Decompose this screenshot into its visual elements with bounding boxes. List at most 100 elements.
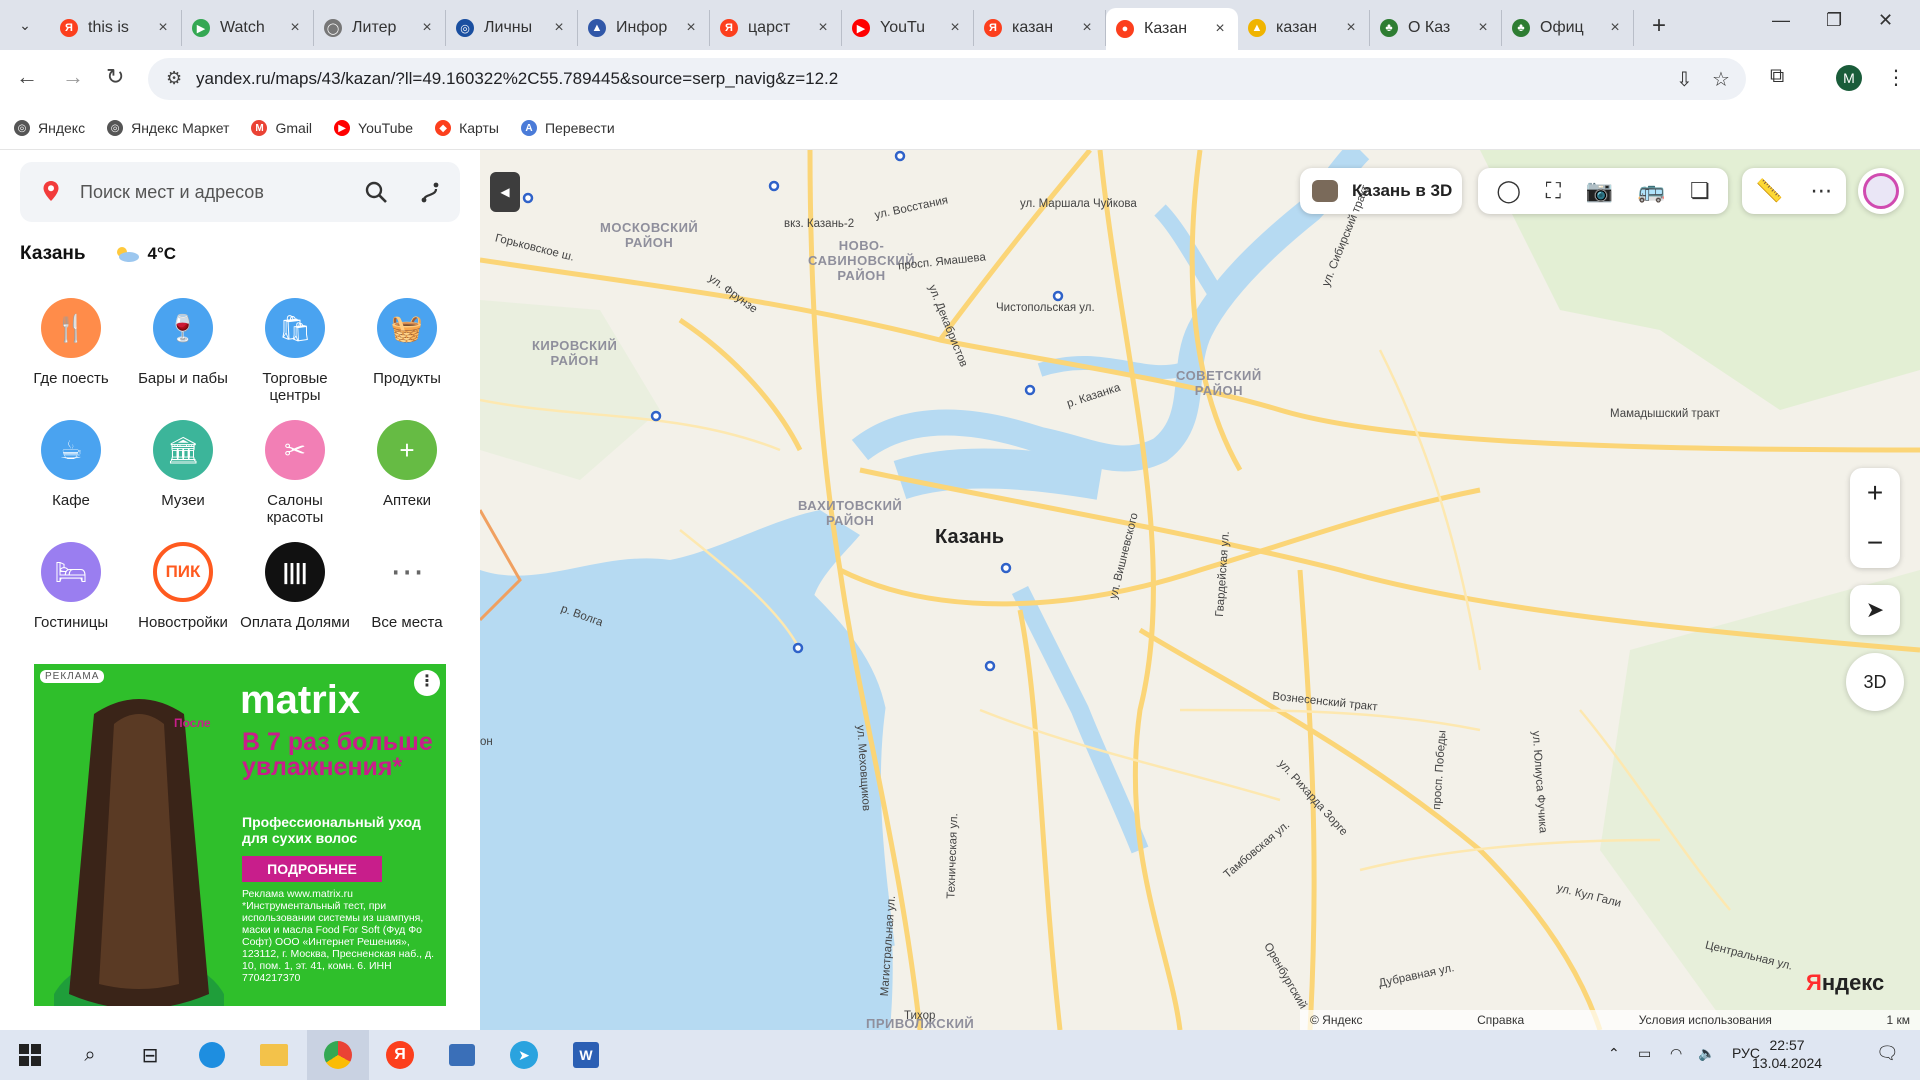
category-item[interactable]: |||| Оплата Долями	[239, 542, 351, 654]
city-label[interactable]: Казань	[935, 526, 1004, 549]
city-name[interactable]: Казань	[20, 243, 86, 265]
photo-layer-icon[interactable]: 📷	[1586, 178, 1613, 204]
tab-close-icon[interactable]: ×	[155, 19, 171, 37]
tab-close-icon[interactable]: ×	[287, 19, 303, 37]
file-explorer-icon[interactable]	[258, 1039, 290, 1071]
category-item[interactable]: ⋯ Все места	[351, 542, 463, 654]
panorama-layer-icon[interactable]: ⛶	[1546, 178, 1561, 204]
word-icon[interactable]: W	[570, 1039, 602, 1071]
weather[interactable]: 4°C	[112, 244, 176, 264]
tab-close-icon[interactable]: ×	[551, 19, 567, 37]
volume-icon[interactable]: 🔈	[1698, 1045, 1715, 1062]
extensions-icon[interactable]: ⧉	[1770, 65, 1784, 88]
zoom-in-button[interactable]: +	[1850, 468, 1900, 518]
tab-close-icon[interactable]: ×	[419, 19, 435, 37]
category-item[interactable]: ☕ Кафе	[15, 420, 127, 532]
browser-tab[interactable]: ▶ YouTu ×	[842, 10, 974, 46]
browser-tab[interactable]: ◯ Литер ×	[314, 10, 446, 46]
tab-close-icon[interactable]: ×	[1079, 19, 1095, 37]
browser-tab[interactable]: Яказан ×	[974, 10, 1106, 46]
browser-tab[interactable]: ▶ Watch ×	[182, 10, 314, 46]
category-item[interactable]: 🍴 Где поесть	[15, 298, 127, 410]
task-view-icon[interactable]: ⊟	[134, 1039, 166, 1071]
ruler-icon[interactable]: 📏	[1756, 178, 1783, 204]
search-input[interactable]	[80, 178, 350, 206]
terms-link[interactable]: Условия использования	[1639, 1013, 1772, 1027]
bookmark-star-icon[interactable]: ☆	[1712, 67, 1730, 92]
wifi-icon[interactable]: ◠	[1670, 1045, 1682, 1062]
maximize-icon[interactable]: ❐	[1826, 10, 1842, 31]
map-canvas[interactable]: ◀ Казань в 3D ◯ ⛶ 📷 🚌 ❏ 📏 ⋯ МОСКОВСКИЙ Р…	[480, 150, 1920, 1030]
yandex-browser-icon[interactable]: Я	[384, 1039, 416, 1071]
browser-tab[interactable]: ▲ казан ×	[1238, 10, 1370, 46]
url-text[interactable]: yandex.ru/maps/43/kazan/?ll=49.160322%2C…	[196, 69, 838, 89]
install-app-icon[interactable]: ⇩	[1676, 67, 1693, 92]
profile-avatar[interactable]: M	[1836, 65, 1862, 91]
routes-icon[interactable]	[416, 178, 444, 206]
bookmark-item[interactable]: ▶ YouTube	[334, 120, 413, 136]
more-icon[interactable]: ⋯	[1810, 178, 1832, 204]
network-app-icon[interactable]	[446, 1039, 478, 1071]
category-item[interactable]: 🛏 Гостиницы	[15, 542, 127, 654]
telegram-icon[interactable]: ➤	[508, 1039, 540, 1071]
chrome-icon[interactable]	[322, 1039, 354, 1071]
bookmark-item[interactable]: A Перевести	[520, 120, 615, 136]
category-item[interactable]: 🏛 Музеи	[127, 420, 239, 532]
battery-icon[interactable]: ▭	[1638, 1045, 1651, 1062]
compass-3d-button[interactable]: 3D	[1846, 653, 1904, 711]
traffic-layer-icon[interactable]: ◯	[1496, 178, 1521, 204]
tab-close-icon[interactable]: ×	[815, 19, 831, 37]
tab-close-icon[interactable]: ×	[947, 19, 963, 37]
tab-close-icon[interactable]: ×	[1607, 19, 1623, 37]
forward-icon[interactable]: →	[62, 64, 84, 90]
category-item[interactable]: + Аптеки	[351, 420, 463, 532]
advertisement[interactable]: РЕКЛАМА После matrix В 7 раз больше увла…	[34, 664, 446, 1006]
omnibox[interactable]: ⚙ yandex.ru/maps/43/kazan/?ll=49.160322%…	[148, 58, 1746, 100]
back-icon[interactable]: ←	[16, 64, 38, 90]
tab-close-icon[interactable]: ×	[1343, 19, 1359, 37]
clock[interactable]: 22:57 13.04.2024	[1752, 1036, 1822, 1072]
browser-tab[interactable]: Яthis is ×	[50, 10, 182, 46]
bookmark-item[interactable]: ◆ Карты	[435, 120, 499, 136]
user-profile-button[interactable]	[1858, 168, 1904, 214]
tab-close-icon[interactable]: ×	[1212, 20, 1228, 38]
bookmark-item[interactable]: ◎ Яндекс	[14, 120, 85, 136]
tray-expand-icon[interactable]: ⌃	[1608, 1045, 1620, 1062]
tab-close-icon[interactable]: ×	[1475, 19, 1491, 37]
browser-tab[interactable]: ● Казан ×	[1106, 8, 1238, 50]
category-item[interactable]: 🛍 Торговые центры	[239, 298, 351, 410]
category-item[interactable]: ✂ Салоны красоты	[239, 420, 351, 532]
browser-menu-icon[interactable]: ⋮	[1886, 65, 1906, 90]
notifications-icon[interactable]: 🗨	[1876, 1043, 1899, 1064]
bookmark-item[interactable]: ◎ Яндекс Маркет	[107, 120, 229, 136]
tab-close-icon[interactable]: ×	[683, 19, 699, 37]
transport-layer-icon[interactable]: 🚌	[1638, 178, 1665, 204]
tab-search-icon[interactable]: ⌄	[12, 12, 38, 38]
search-icon[interactable]	[362, 178, 390, 206]
collapse-sidebar-button[interactable]: ◀	[490, 172, 520, 212]
browser-tab[interactable]: ♣ Офиц ×	[1502, 10, 1634, 46]
search-box[interactable]	[20, 162, 460, 222]
ad-options-icon[interactable]: ⋮	[414, 670, 440, 696]
category-item[interactable]: 🍷 Бары и пабы	[127, 298, 239, 410]
ad-more-button[interactable]: ПОДРОБНЕЕ	[242, 856, 382, 882]
browser-tab[interactable]: ▲ Инфор ×	[578, 10, 710, 46]
bookmark-item[interactable]: M Gmail	[251, 120, 312, 136]
help-link[interactable]: Справка	[1477, 1013, 1524, 1027]
minimize-icon[interactable]: —	[1772, 10, 1790, 31]
category-item[interactable]: 🧺 Продукты	[351, 298, 463, 410]
browser-tab[interactable]: ◎ Личны ×	[446, 10, 578, 46]
edge-icon[interactable]	[196, 1039, 228, 1071]
windows-start-icon[interactable]	[14, 1039, 46, 1071]
reload-icon[interactable]: ↻	[106, 64, 124, 90]
my-location-button[interactable]: ➤	[1850, 585, 1900, 635]
new-tab-button[interactable]: +	[1652, 12, 1666, 40]
kazan-3d-button[interactable]: Казань в 3D	[1300, 168, 1462, 214]
site-settings-icon[interactable]: ⚙	[166, 68, 182, 89]
map-layers-icon[interactable]: ❏	[1690, 178, 1710, 204]
category-item[interactable]: ПИК Новостройки	[127, 542, 239, 654]
close-window-icon[interactable]: ✕	[1878, 10, 1893, 31]
search-taskbar-icon[interactable]: ⌕	[74, 1039, 106, 1071]
browser-tab[interactable]: ♣ О Каз ×	[1370, 10, 1502, 46]
browser-tab[interactable]: Яцарст ×	[710, 10, 842, 46]
